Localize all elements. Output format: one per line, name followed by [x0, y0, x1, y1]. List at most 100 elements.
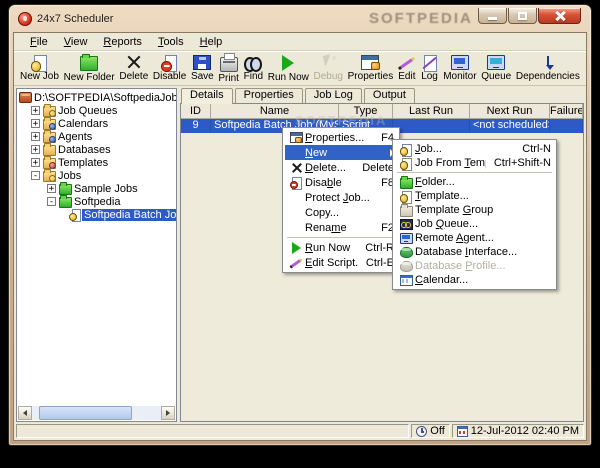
menu-item-edit-script[interactable]: Edit Script... Ctrl-E	[285, 255, 397, 270]
submenu-item-remote-agent[interactable]: Remote Agent...	[395, 231, 554, 245]
toolbar-print[interactable]: Print	[216, 52, 241, 85]
tree-root-label: D:\SOFTPEDIA\SoftpediaJobDB.dat	[34, 91, 177, 104]
column-header-failures[interactable]: Failures	[550, 104, 583, 118]
tree-root[interactable]: D:\SOFTPEDIA\SoftpediaJobDB.dat	[19, 91, 176, 104]
job-icon	[399, 143, 413, 157]
column-header-next-run[interactable]: Next Run	[470, 104, 550, 118]
horizontal-scrollbar[interactable]	[18, 406, 175, 420]
menu-file[interactable]: File	[22, 35, 56, 49]
menu-item-label: Delete...	[305, 161, 346, 174]
menu-help[interactable]: Help	[192, 35, 231, 49]
calendars-folder-icon	[43, 117, 56, 131]
tab-details[interactable]: Details	[181, 88, 233, 104]
remote-agent-icon	[399, 232, 413, 244]
maximize-button[interactable]	[508, 8, 537, 24]
tree-item-calendars[interactable]: Calendars	[19, 117, 176, 131]
tree-item-templates[interactable]: Templates	[19, 156, 176, 170]
column-header-id[interactable]: ID	[181, 104, 211, 118]
submenu-item-job-from-template[interactable]: Job From Template... Ctrl+Shift-N	[395, 156, 554, 171]
submenu-item-template[interactable]: Template...	[395, 189, 554, 204]
column-header-name[interactable]: Name	[211, 104, 339, 118]
queue-icon	[487, 55, 506, 70]
menu-item-disable[interactable]: Disable F8	[285, 175, 397, 190]
menu-item-properties[interactable]: Properties... F4	[285, 130, 397, 145]
tab-output[interactable]: Output	[363, 88, 415, 103]
toolbar-label: Queue	[481, 71, 512, 82]
tabstrip: Details Properties Job Log Output	[180, 88, 584, 104]
toolbar-label: Find	[243, 71, 264, 82]
toolbar-properties[interactable]: Properties	[346, 52, 396, 85]
menu-item-label: Database Interface...	[415, 246, 518, 258]
toolbar-delete[interactable]: Delete	[117, 52, 150, 85]
menu-item-delete[interactable]: Delete... Delete	[285, 160, 397, 175]
menu-item-new[interactable]: New	[285, 145, 397, 160]
toolbar-monitor[interactable]: Monitor	[441, 52, 478, 85]
tree-item-softpedia-batch-job[interactable]: Softpedia Batch Job (MySQL S...	[19, 208, 176, 222]
column-header-type[interactable]: Type	[339, 104, 393, 118]
menu-view[interactable]: View	[56, 35, 96, 49]
titlebar[interactable]: 24x7 Scheduler SOFTPEDIA	[9, 5, 591, 32]
menu-item-copy[interactable]: Copy...	[285, 205, 397, 220]
expand-toggle[interactable]	[31, 131, 40, 143]
menu-item-label: Folder...	[415, 176, 455, 188]
expand-toggle[interactable]	[31, 144, 40, 156]
toolbar-log[interactable]: Log	[419, 52, 441, 85]
expand-toggle[interactable]	[47, 183, 56, 195]
minimize-button[interactable]	[478, 8, 507, 24]
tree-item-job-queues[interactable]: Job Queues	[19, 104, 176, 118]
toolbar-disable[interactable]: Disable	[151, 52, 188, 85]
dependencies-icon	[539, 55, 557, 70]
toolbar-label: Debug	[313, 71, 343, 82]
tree-item-databases[interactable]: Databases	[19, 143, 176, 156]
collapse-toggle[interactable]	[31, 170, 40, 182]
close-icon	[555, 11, 565, 21]
scrollbar-thumb[interactable]	[39, 406, 132, 420]
menu-reports[interactable]: Reports	[95, 35, 150, 49]
scroll-right-button[interactable]	[161, 406, 175, 420]
toolbar-find[interactable]: Find	[242, 52, 265, 85]
run-play-icon	[291, 241, 301, 254]
submenu-item-database-interface[interactable]: Database Interface...	[395, 245, 554, 259]
menu-item-label: Calendar...	[415, 274, 469, 286]
menu-item-rename[interactable]: Rename F2	[285, 220, 397, 235]
toolbar-label: Delete	[119, 71, 149, 82]
cell-failures	[550, 119, 583, 133]
toolbar-dependencies[interactable]: Dependencies	[514, 52, 582, 85]
tree-item-label: Job Queues	[58, 104, 118, 117]
menu-item-protect-job[interactable]: Protect Job...	[285, 190, 397, 205]
submenu-item-job[interactable]: Job... Ctrl-N	[395, 142, 554, 157]
tree-item-jobs[interactable]: Jobs	[19, 169, 176, 183]
expand-toggle[interactable]	[31, 118, 40, 130]
toolbar-new-job[interactable]: New Job	[18, 52, 61, 85]
tree-item-label: Agents	[58, 130, 93, 143]
toolbar-label: Run Now	[267, 71, 309, 83]
submenu-item-calendar[interactable]: Calendar...	[395, 273, 554, 287]
tab-job-log[interactable]: Job Log	[304, 88, 362, 103]
close-button[interactable]	[538, 8, 581, 24]
menu-item-label: Disable	[305, 176, 342, 189]
database-file-icon	[19, 92, 32, 103]
toolbar-run-now[interactable]: Run Now	[266, 52, 311, 85]
submenu-item-job-queue[interactable]: Job Queue...	[395, 217, 554, 231]
menu-item-run-now[interactable]: Run Now Ctrl-R	[285, 240, 397, 255]
collapse-toggle[interactable]	[47, 196, 56, 208]
database-profile-icon	[399, 260, 413, 272]
toolbar-new-folder[interactable]: New Folder	[62, 52, 117, 85]
expand-toggle[interactable]	[31, 157, 40, 169]
toolbar-queue[interactable]: Queue	[479, 52, 513, 85]
new-folder-icon	[80, 54, 99, 71]
tree-item-softpedia[interactable]: Softpedia	[19, 195, 176, 208]
toolbar-edit[interactable]: Edit	[396, 52, 418, 85]
menu-tools[interactable]: Tools	[150, 35, 192, 49]
scroll-left-button[interactable]	[18, 406, 32, 420]
tab-properties[interactable]: Properties	[234, 88, 303, 103]
submenu-item-template-group[interactable]: Template Group	[395, 203, 554, 217]
toolbar-save[interactable]: Save	[189, 52, 216, 85]
scrollbar-track[interactable]	[32, 406, 161, 420]
submenu-item-folder[interactable]: Folder...	[395, 175, 554, 189]
expand-toggle[interactable]	[31, 105, 40, 117]
column-header-last-run[interactable]: Last Run	[393, 104, 470, 118]
tree-item-agents[interactable]: Agents	[19, 130, 176, 144]
tree-item-sample-jobs[interactable]: Sample Jobs	[19, 182, 176, 195]
menu-item-label: Database Profile...	[415, 260, 506, 272]
